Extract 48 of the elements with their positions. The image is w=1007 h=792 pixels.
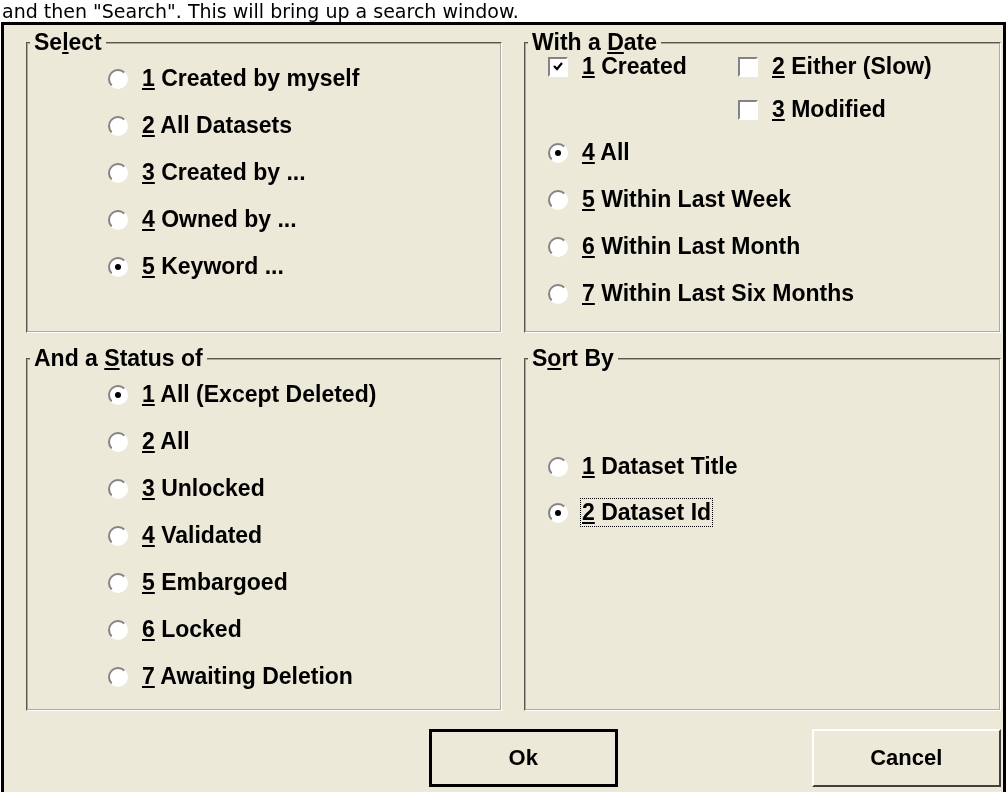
radio-button[interactable] [108,384,128,405]
option-label: 5 Embargoed [141,568,289,597]
option-label: 1 All (Except Deleted) [141,380,378,409]
radio-button[interactable] [108,209,128,230]
option-label: 6 Within Last Month [581,232,802,261]
checkbox[interactable] [738,56,758,77]
option-label: 7 Within Last Six Months [581,279,855,308]
check-icon [552,60,564,73]
radio-button[interactable] [108,256,128,277]
option-label: 4 All [581,138,631,167]
group-title: And a Status of [33,345,204,372]
checkbox[interactable] [548,56,568,77]
radio-button[interactable] [108,619,128,640]
cancel-button[interactable]: Cancel [811,729,1001,787]
radio-button[interactable] [548,502,568,523]
radio-button[interactable] [108,115,128,136]
radio-button[interactable] [548,283,568,304]
option-label: 2 Either (Slow) [771,52,933,81]
option-label: 6 Locked [141,615,243,644]
radio-button[interactable] [548,189,568,210]
group-title: Select [33,29,103,56]
radio-button[interactable] [548,142,568,163]
option-label: 2 Dataset Id [580,498,714,527]
option-label: 3 Unlocked [141,474,266,503]
option-label: 2 All Datasets [141,111,293,140]
option-label: 1 Dataset Title [581,452,739,481]
option-label: 5 Within Last Week [581,185,792,214]
radio-button[interactable] [108,525,128,546]
ok-button[interactable]: Ok [429,729,618,787]
option-label: 7 Awaiting Deletion [141,662,354,691]
group-title: Sort By [531,345,615,372]
checkbox[interactable] [738,99,758,120]
radio-button[interactable] [108,68,128,89]
option-label: 3 Created by ... [141,158,307,187]
option-label: 2 All [141,427,191,456]
caption-text: and then "Search". This will bring up a search window. [1,0,520,22]
radio-button[interactable] [108,162,128,183]
radio-button[interactable] [548,456,568,477]
option-label: 4 Owned by ... [141,205,298,234]
radio-button[interactable] [108,478,128,499]
radio-button[interactable] [108,572,128,593]
radio-button[interactable] [548,236,568,257]
option-label: 4 Validated [141,521,264,550]
option-label: 1 Created by myself [141,64,361,93]
option-label: 5 Keyword ... [141,252,285,281]
option-label: 3 Modified [771,95,887,124]
radio-button[interactable] [108,431,128,452]
radio-button[interactable] [108,666,128,687]
